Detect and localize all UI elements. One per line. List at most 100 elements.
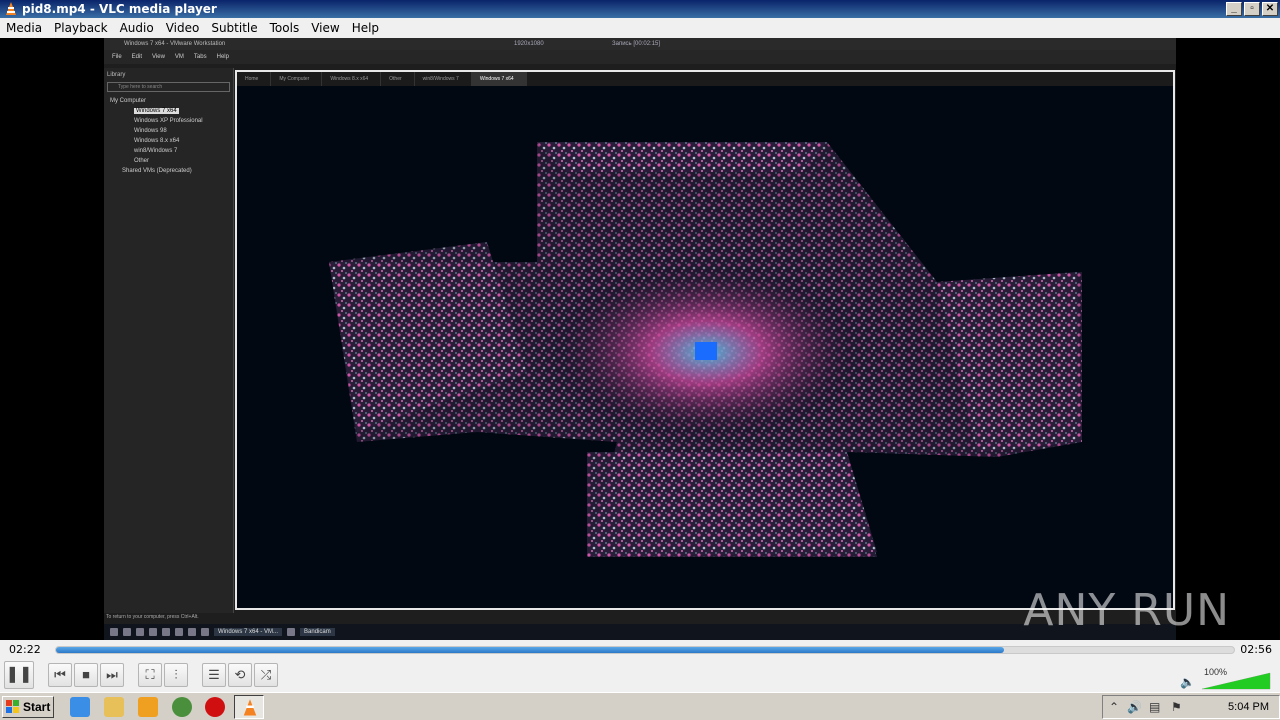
guest-task-vmware: Windows 7 x64 - VM... [214,628,283,636]
vm-guest-screen: Home My Computer Windows 8.x x64 Other w… [235,70,1175,610]
vlc-task-button[interactable] [234,695,264,719]
video-area[interactable]: Windows 7 x64 - VMware Workstation 1920x… [0,38,1280,640]
guest-app-icon [287,628,296,636]
seek-slider[interactable] [55,646,1235,654]
equalizer-icon: ⫶ [174,667,178,682]
fractal-image [329,142,1082,557]
menu-bar: Media Playback Audio Video Subtitle Tool… [0,18,1280,38]
ie-icon[interactable] [70,697,90,717]
menu-view[interactable]: View [305,21,345,35]
library-search: Type here to search [107,82,230,92]
shuffle-icon: ⤮ [260,667,272,682]
next-icon: ⏭ [106,667,118,682]
tree-item: Other [134,158,150,164]
next-button[interactable]: ⏭ [100,663,124,687]
previous-button[interactable]: ⏮ [48,663,72,687]
volume-label: 100% [1204,667,1228,677]
tree-item: My Computer [110,98,147,104]
vm-title-bar: Windows 7 x64 - VMware Workstation 1920x… [104,38,1176,50]
clock[interactable]: 5:04 PM [1228,701,1269,713]
vm-rec-label: Запись [00:02:15] [612,41,661,47]
speaker-icon[interactable]: 🔈 [1180,675,1195,689]
seek-row: 02:22 02:56 [0,640,1280,660]
windows-taskbar: Start ⌃ 🔊 ▤ ⚑ 5:04 PM [0,692,1280,720]
vm-menu-item: Tabs [193,54,207,60]
pause-button[interactable]: ❚❚ [4,661,34,689]
vm-menu-item: View [152,54,165,60]
vm-guest-taskbar: Windows 7 x64 - VM... Bandicam [104,624,1176,640]
stop-button[interactable]: ■ [74,663,98,687]
elapsed-time[interactable]: 02:22 [9,643,41,656]
guest-task-bandicam: Bandicam [300,628,335,636]
menu-video[interactable]: Video [160,21,206,35]
windows-flag-icon [6,700,19,713]
shuffle-button[interactable]: ⤮ [254,663,278,687]
title-bar: pid8.mp4 - VLC media player _ ▫ ✕ [0,0,1280,18]
window-controls: _ ▫ ✕ [1226,2,1278,16]
tree-item: win8/Windows 7 [134,148,178,154]
vm-menu-item: File [112,54,122,60]
fullscreen-icon: ⛶ [145,667,155,682]
vlc-screen: pid8.mp4 - VLC media player _ ▫ ✕ Media … [0,0,1280,720]
menu-audio[interactable]: Audio [114,21,160,35]
playlist-button[interactable]: ☰ [202,663,226,687]
media-player-icon[interactable] [138,697,158,717]
menu-help[interactable]: Help [346,21,385,35]
vm-menu: File Edit View VM Tabs Help [104,50,1176,64]
playlist-icon: ☰ [208,667,220,682]
volume-tray-icon[interactable]: 🔊 [1127,700,1142,714]
library-label: Library [107,72,126,78]
minimize-button[interactable]: _ [1226,2,1242,16]
tree-item-selected: Windows 7 x64 [134,108,179,114]
guest-app-icon [149,628,157,636]
extended-settings-button[interactable]: ⫶ [164,663,188,687]
guest-start-icon [110,628,118,636]
loop-button[interactable]: ⟲ [228,663,252,687]
fractal-center-blue [695,342,717,360]
network-tray-icon[interactable]: ▤ [1149,700,1160,714]
seek-progress-fill [56,647,1005,653]
fullscreen-button[interactable]: ⛶ [138,663,162,687]
library-tree: My Computer Windows 7 x64 Windows XP Pro… [104,92,233,180]
anyrun-watermark: ANY RUN [1023,585,1230,636]
tree-item: Windows XP Professional [134,118,203,124]
vm-rec-resolution: 1920x1080 [514,41,544,47]
menu-tools[interactable]: Tools [264,21,306,35]
playback-controls: ❚❚ ⏮ ■ ⏭ ⛶ ⫶ ☰ ⟲ ⤮ 🔈 100% [0,660,1280,692]
start-button[interactable]: Start [2,696,54,718]
window-title: pid8.mp4 - VLC media player [22,2,217,16]
close-button[interactable]: ✕ [1262,2,1278,16]
menu-subtitle[interactable]: Subtitle [205,21,263,35]
maximize-button[interactable]: ▫ [1244,2,1260,16]
vlc-cone-icon [6,2,16,15]
vlc-cone-icon [243,699,257,716]
chrome-icon[interactable] [172,697,192,717]
tray-expand-icon[interactable]: ⌃ [1109,700,1119,714]
tree-item: Windows 8.x x64 [134,138,180,144]
guest-app-icon [136,628,144,636]
tree-item: Shared VMs (Deprecated) [122,168,192,174]
action-center-icon[interactable]: ⚑ [1171,700,1182,714]
pause-icon: ❚❚ [5,666,33,683]
explorer-icon[interactable] [104,697,124,717]
menu-playback[interactable]: Playback [48,21,114,35]
vm-menu-item: VM [174,54,184,60]
start-label: Start [23,700,51,714]
stop-icon: ■ [82,667,90,682]
total-time[interactable]: 02:56 [1240,643,1272,656]
previous-icon: ⏮ [54,667,66,682]
tree-item: Windows 98 [134,128,167,134]
vm-menu-item: Help [216,54,229,60]
opera-icon[interactable] [205,697,225,717]
vm-status-text: To return to your computer, press Ctrl+A… [106,614,199,620]
vm-menu-item: Edit [131,54,143,60]
guest-app-icon [162,628,170,636]
guest-app-icon [201,628,209,636]
vm-library-panel: Library Type here to search My Computer … [104,68,234,613]
guest-app-icon [175,628,183,636]
system-tray: ⌃ 🔊 ▤ ⚑ 5:04 PM [1102,695,1280,719]
guest-app-icon [123,628,131,636]
guest-app-icon [188,628,196,636]
menu-media[interactable]: Media [0,21,48,35]
vm-title: Windows 7 x64 - VMware Workstation [124,41,226,47]
